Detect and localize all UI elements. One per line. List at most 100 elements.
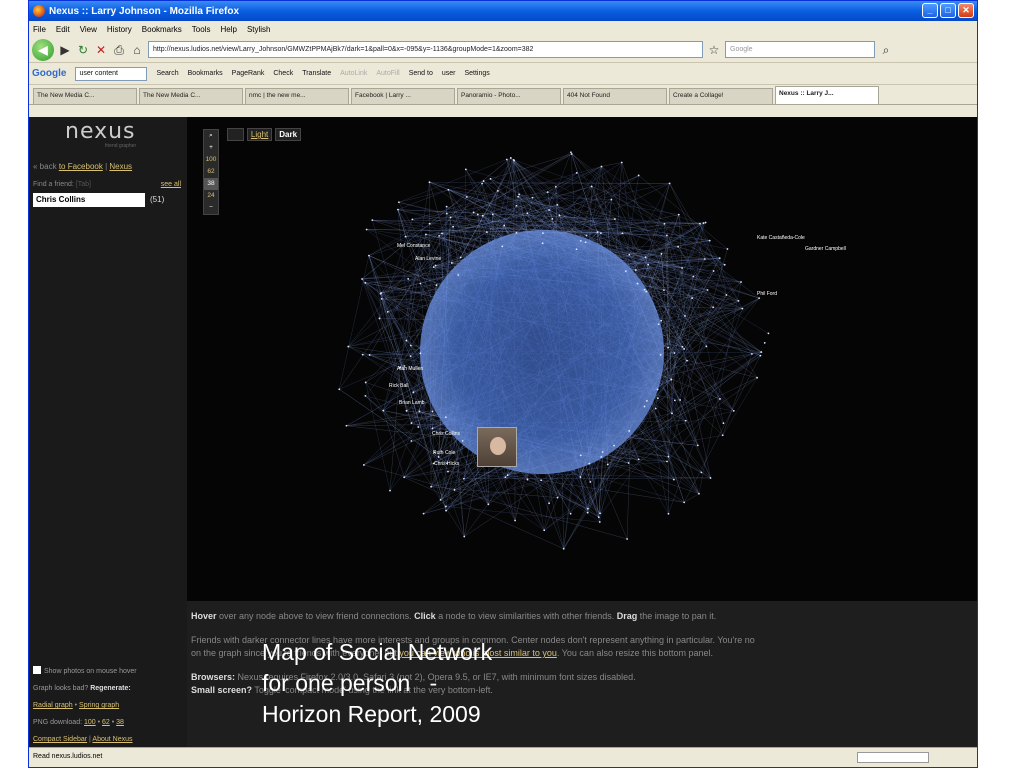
reload-icon[interactable]: ↻ xyxy=(76,43,90,57)
gtb-check[interactable]: Check xyxy=(273,70,293,77)
tab-5[interactable]: Panoramio - Photo... xyxy=(457,88,561,104)
find-friend-input[interactable]: Chris Collins xyxy=(33,193,145,207)
toggle-light[interactable]: Light xyxy=(246,128,273,141)
zoom-62[interactable]: 62 xyxy=(207,166,214,178)
search-icon[interactable]: ⌕ xyxy=(879,43,893,57)
friend-node xyxy=(659,353,662,356)
back-button[interactable]: ◀ xyxy=(32,38,54,61)
menu-history[interactable]: History xyxy=(107,25,132,34)
tab-7[interactable]: Create a Collage! xyxy=(669,88,773,104)
minimize-button[interactable]: _ xyxy=(922,3,938,18)
url-bar[interactable]: http://nexus.ludios.net/view/Larry_Johns… xyxy=(148,41,703,58)
zoom-100[interactable]: 100 xyxy=(206,154,217,166)
see-all-link[interactable]: see all xyxy=(161,181,181,188)
tab-active[interactable]: Nexus :: Larry J... xyxy=(775,86,879,104)
friend-node xyxy=(338,388,341,391)
gtb-search[interactable]: Search xyxy=(156,70,178,77)
menu-file[interactable]: File xyxy=(33,25,46,34)
png-100-link[interactable]: 100 xyxy=(84,719,96,726)
friend-node xyxy=(465,196,468,198)
friend-node xyxy=(712,306,715,309)
gtb-translate[interactable]: Translate xyxy=(302,70,331,77)
nexus-logo: nexus xyxy=(65,119,136,144)
menu-bookmarks[interactable]: Bookmarks xyxy=(142,25,182,34)
zoom-24[interactable]: 24 xyxy=(207,190,214,202)
tab-2[interactable]: The New Media C... xyxy=(139,88,243,104)
toggle-blank[interactable] xyxy=(227,128,244,141)
connector-line xyxy=(707,289,753,354)
print-icon[interactable]: ⎙ xyxy=(112,43,126,57)
search-input[interactable]: Google xyxy=(725,41,875,58)
stop-icon[interactable]: ✕ xyxy=(94,43,108,57)
friend-node xyxy=(759,354,762,357)
friend-node xyxy=(644,256,647,259)
forward-button[interactable]: ▶ xyxy=(58,43,72,57)
google-logo: Google xyxy=(32,68,67,79)
png-62-link[interactable]: 62 xyxy=(102,719,110,726)
friend-node xyxy=(647,263,650,266)
friend-node xyxy=(681,267,684,269)
menu-edit[interactable]: Edit xyxy=(56,25,70,34)
show-photos-checkbox[interactable] xyxy=(33,666,41,674)
gtb-autolink[interactable]: AutoLink xyxy=(340,70,367,77)
friend-node xyxy=(386,310,389,313)
tab-1[interactable]: The New Media C... xyxy=(33,88,137,104)
friend-node xyxy=(515,204,518,207)
bookmark-star-icon[interactable]: ☆ xyxy=(707,43,721,57)
png-38-link[interactable]: 38 xyxy=(116,719,124,726)
radial-graph-link[interactable]: Radial graph xyxy=(33,702,73,709)
friend-node xyxy=(434,264,437,267)
zoom-38[interactable]: 38 xyxy=(204,178,218,190)
google-search-box[interactable]: user content xyxy=(75,66,148,81)
friend-photo xyxy=(477,427,517,467)
nexus-link[interactable]: Nexus xyxy=(109,162,132,171)
spring-graph-link[interactable]: Spring graph xyxy=(79,702,119,709)
network-visualization[interactable]: Kate Castañeda-ColeGardner Campbell Phil … xyxy=(187,117,977,601)
friend-node xyxy=(410,422,413,424)
home-icon[interactable]: ⌂ xyxy=(130,43,144,57)
tab-3[interactable]: nmc | the new me... xyxy=(245,88,349,104)
friend-node xyxy=(504,476,507,479)
facebook-link[interactable]: to Facebook xyxy=(59,162,103,171)
menu-help[interactable]: Help xyxy=(220,25,236,34)
friend-node xyxy=(597,516,600,519)
gtb-pagerank[interactable]: PageRank xyxy=(232,70,265,77)
friend-node xyxy=(417,426,420,428)
friend-node xyxy=(428,222,431,225)
close-button[interactable]: ✕ xyxy=(958,3,974,18)
status-field xyxy=(857,752,929,763)
sidebar: nexus friend grapher « back to Facebook … xyxy=(29,117,187,749)
friend-node xyxy=(512,159,515,161)
menu-view[interactable]: View xyxy=(80,25,97,34)
friend-node xyxy=(514,519,516,522)
friend-node xyxy=(463,535,466,538)
friend-node xyxy=(686,359,688,362)
gtb-user[interactable]: user xyxy=(442,70,456,77)
connector-line xyxy=(445,506,600,523)
menu-stylish[interactable]: Stylish xyxy=(247,25,271,34)
friend-graph[interactable]: Kate Castañeda-Cole Gardner Campbell Phil … xyxy=(187,117,977,601)
friend-node xyxy=(671,412,673,415)
gtb-sendto[interactable]: Send to xyxy=(409,70,433,77)
zoom-in-button[interactable]: + xyxy=(209,142,213,154)
menu-tools[interactable]: Tools xyxy=(192,25,211,34)
friend-node xyxy=(570,153,573,155)
zoom-control: ⌕ + 100 62 38 24 − xyxy=(203,129,219,215)
compact-sidebar-link[interactable]: Compact Sidebar xyxy=(33,736,87,743)
friend-node xyxy=(626,538,629,540)
zoom-icon[interactable]: ⌕ xyxy=(209,130,213,142)
about-nexus-link[interactable]: About Nexus xyxy=(92,736,132,743)
friend-node xyxy=(361,353,364,356)
node-label: Mel Constance xyxy=(397,243,431,249)
gtb-bookmarks[interactable]: Bookmarks xyxy=(188,70,223,77)
toggle-dark[interactable]: Dark xyxy=(275,128,302,141)
gtb-autofill[interactable]: AutoFill xyxy=(376,70,399,77)
gtb-settings[interactable]: Settings xyxy=(464,70,489,77)
tab-4[interactable]: Facebook | Larry ... xyxy=(351,88,455,104)
friend-node xyxy=(590,185,593,188)
find-friend: Find a friend: [Tab] see all xyxy=(33,181,181,188)
friend-node xyxy=(404,235,407,238)
tab-6[interactable]: 404 Not Found xyxy=(563,88,667,104)
maximize-button[interactable]: □ xyxy=(940,3,956,18)
zoom-out-button[interactable]: − xyxy=(209,202,213,214)
